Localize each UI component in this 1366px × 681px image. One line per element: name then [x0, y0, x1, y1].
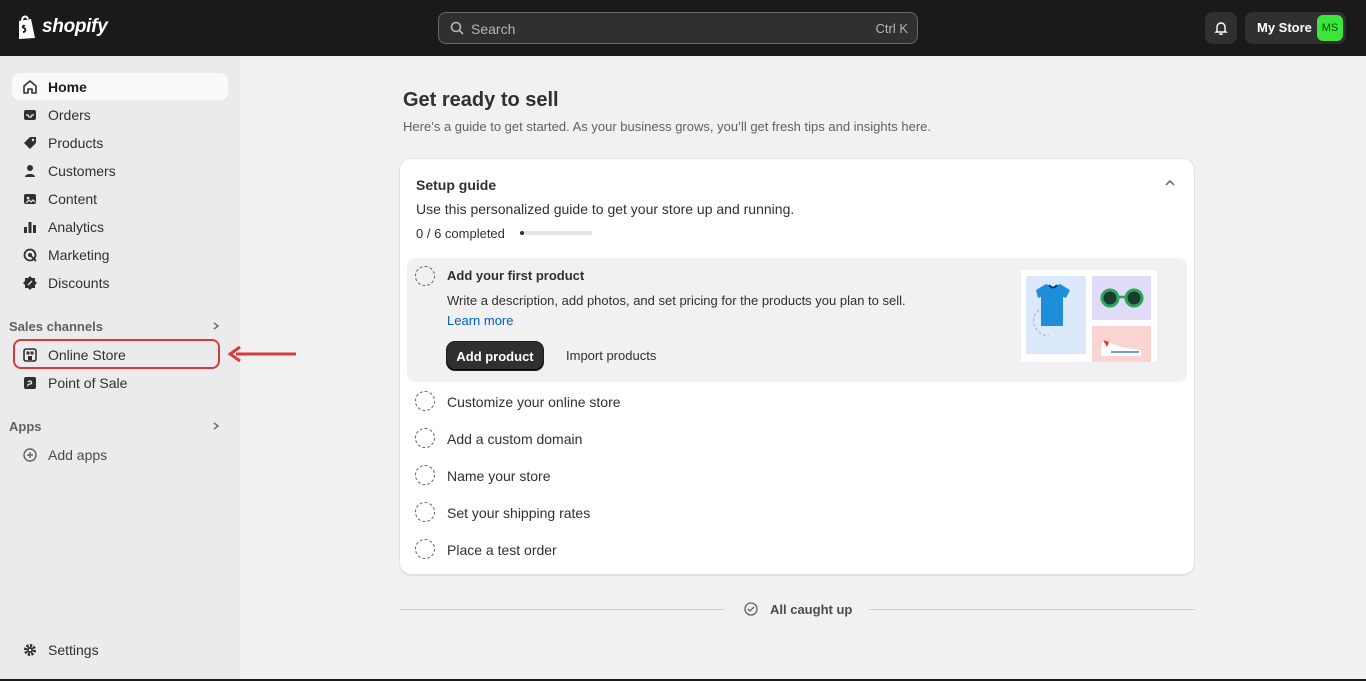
notifications-button[interactable]: [1205, 12, 1237, 44]
task-status-circle-icon[interactable]: [415, 391, 435, 411]
all-caught-up-label: All caught up: [770, 602, 853, 617]
task-status-circle-icon[interactable]: [415, 428, 435, 448]
products-illustration: [1021, 270, 1157, 362]
task-description-text: Write a description, add photos, and set…: [447, 293, 906, 308]
setup-guide-card: Setup guide Use this personalized guide …: [399, 158, 1195, 575]
task-label: Name your store: [447, 468, 551, 484]
task-label: Place a test order: [447, 542, 557, 558]
annotation-highlight: [13, 339, 220, 369]
task-add-first-product[interactable]: Add your first product Write a descripti…: [407, 258, 1187, 382]
task-description: Write a description, add photos, and set…: [447, 291, 927, 331]
apps-heading[interactable]: Apps: [9, 419, 42, 434]
task-label: Set your shipping rates: [447, 505, 591, 521]
brand-name: shopify: [42, 16, 108, 37]
top-bar: shopify Search Ctrl K My Store MS: [0, 0, 1366, 56]
sidebar-item-label: Orders: [48, 107, 91, 123]
search-placeholder: Search: [471, 21, 516, 37]
discount-icon: [23, 276, 37, 290]
person-icon: [25, 165, 35, 177]
sidebar-item-label: Discounts: [48, 275, 110, 291]
image-icon: [24, 194, 36, 204]
sidebar-item-label: Customers: [48, 163, 116, 179]
task-label: Add a custom domain: [447, 431, 583, 447]
annotation-arrow-icon: [228, 345, 296, 363]
task-status-circle-icon[interactable]: [415, 502, 435, 522]
shopify-logo[interactable]: shopify: [16, 14, 108, 40]
task-status-circle-icon[interactable]: [415, 539, 435, 559]
store-name: My Store: [1257, 20, 1312, 35]
sidebar-item-label: Content: [48, 191, 98, 207]
sidebar-item-orders[interactable]: Orders: [12, 101, 228, 128]
progress-bar: [520, 231, 592, 235]
bar-chart-icon: [24, 222, 36, 233]
store-menu-button[interactable]: My Store MS: [1245, 12, 1346, 44]
sidebar-item-products[interactable]: Products: [12, 129, 228, 156]
chevron-right-icon[interactable]: [211, 421, 221, 431]
sidebar-item-marketing[interactable]: Marketing: [12, 241, 228, 268]
page-subtitle: Here’s a guide to get started. As your b…: [403, 119, 931, 134]
add-product-button[interactable]: Add product: [447, 342, 543, 370]
sidebar-item-label: Marketing: [48, 247, 110, 263]
bell-icon: [1214, 22, 1228, 35]
sidebar-item-discounts[interactable]: Discounts: [12, 269, 228, 296]
sidebar-item-point-of-sale[interactable]: Point of Sale: [12, 369, 228, 396]
sidebar-item-label: Analytics: [48, 219, 105, 235]
sidebar-item-home[interactable]: Home: [12, 73, 228, 100]
progress-text: 0 / 6 completed: [416, 226, 505, 241]
sidebar-item-add-apps[interactable]: Add apps: [12, 441, 228, 468]
search-bar[interactable]: Search Ctrl K: [438, 12, 918, 44]
divider: [399, 609, 725, 610]
inbox-icon: [24, 110, 36, 120]
chevron-right-icon[interactable]: [211, 321, 221, 331]
sidebar-item-label: Add apps: [48, 447, 108, 463]
setup-guide-title: Setup guide: [416, 177, 497, 193]
sidebar-item-analytics[interactable]: Analytics: [12, 213, 228, 240]
page-title: Get ready to sell: [403, 89, 559, 111]
gear-icon: [24, 644, 36, 656]
sidebar-item-customers[interactable]: Customers: [12, 157, 228, 184]
target-icon: [23, 248, 37, 262]
sidebar-item-label: Point of Sale: [48, 375, 128, 391]
divider: [869, 609, 1195, 610]
all-caught-up: All caught up: [399, 600, 1195, 620]
task-status-circle-icon[interactable]: [415, 266, 435, 286]
tag-icon: [24, 137, 36, 149]
task-title: Add your first product: [447, 268, 585, 283]
sidebar-item-content[interactable]: Content: [12, 185, 228, 212]
search-shortcut: Ctrl K: [875, 21, 909, 36]
home-icon: [23, 80, 37, 94]
task-label: Customize your online store: [447, 394, 621, 410]
sidebar-item-label: Settings: [48, 642, 99, 658]
pos-icon: [24, 377, 36, 389]
learn-more-link[interactable]: Learn more: [447, 313, 513, 328]
setup-guide-description: Use this personalized guide to get your …: [416, 201, 795, 217]
chevron-up-icon[interactable]: [1164, 177, 1176, 189]
progress-fill: [520, 231, 524, 235]
scrollbar[interactable]: [1355, 56, 1366, 681]
avatar: MS: [1317, 15, 1343, 41]
plus-circle-icon: [23, 448, 37, 462]
sidebar-item-label: Products: [48, 135, 104, 151]
import-products-button[interactable]: Import products: [566, 348, 656, 363]
sidebar-item-settings[interactable]: Settings: [12, 636, 228, 663]
sidebar-item-label: Home: [48, 79, 87, 95]
task-status-circle-icon[interactable]: [415, 465, 435, 485]
check-circle-icon: [744, 602, 758, 616]
sales-channels-heading[interactable]: Sales channels: [9, 319, 103, 334]
search-icon: [450, 21, 464, 35]
shopify-bag-icon: [19, 15, 35, 39]
